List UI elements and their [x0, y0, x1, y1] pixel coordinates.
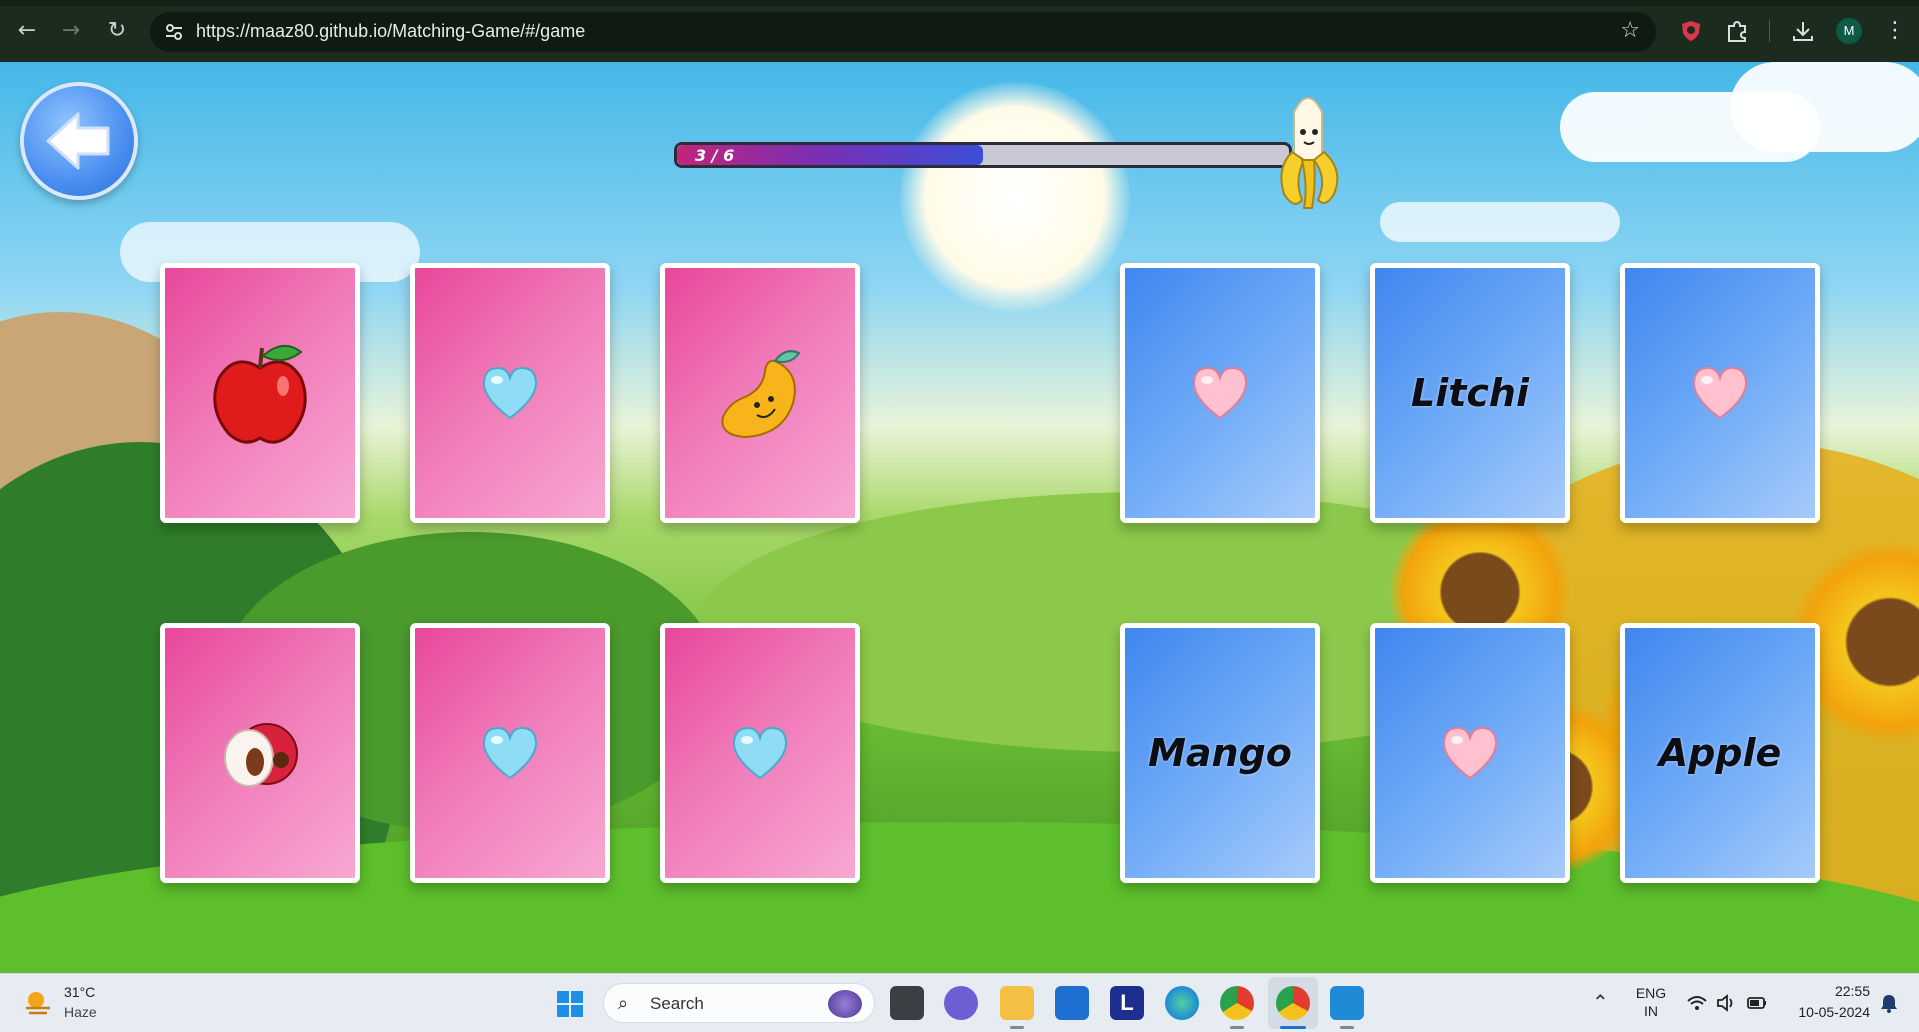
- battery-icon[interactable]: [1746, 993, 1768, 1013]
- search-highlight-icon: [828, 990, 862, 1018]
- pink-heart-icon: [1442, 726, 1498, 780]
- fruit-card-hidden[interactable]: [410, 623, 610, 883]
- cloud-decoration: [1380, 202, 1620, 242]
- blue-heart-icon: [482, 366, 538, 420]
- left-arrow-icon: [46, 112, 110, 170]
- cloud-decoration: [1730, 62, 1919, 152]
- pink-heart-icon: [1192, 366, 1248, 420]
- fruit-card-apple[interactable]: [160, 263, 360, 523]
- fruit-card-litchi[interactable]: [160, 623, 360, 883]
- windows-start-icon[interactable]: [556, 990, 584, 1018]
- volume-icon[interactable]: [1716, 993, 1738, 1013]
- pink-heart-icon: [1692, 366, 1748, 420]
- sun-decoration: [900, 82, 1130, 312]
- fruit-card-mango[interactable]: [660, 263, 860, 523]
- show-hidden-icons-chevron-icon[interactable]: ⌃: [1592, 990, 1609, 1014]
- notification-bell-icon[interactable]: [1878, 992, 1900, 1014]
- extensions-puzzle-icon[interactable]: [1724, 18, 1750, 44]
- back-arrow-icon[interactable]: ←: [14, 18, 40, 44]
- blue-heart-icon: [482, 726, 538, 780]
- shield-extension-icon[interactable]: [1678, 18, 1704, 44]
- word-card-litchi[interactable]: Litchi: [1370, 263, 1570, 523]
- wifi-icon[interactable]: [1686, 993, 1708, 1013]
- blue-heart-icon: [732, 726, 788, 780]
- clock-time[interactable]: 22:55: [1820, 983, 1870, 999]
- game-area: 3 / 6 Litchi Mango Apple: [0, 62, 1919, 973]
- card-word: Apple: [1658, 731, 1782, 775]
- bookmark-star-icon[interactable]: ☆: [1620, 18, 1640, 43]
- microsoft-store-icon[interactable]: [1055, 986, 1089, 1020]
- word-card-mango[interactable]: Mango: [1120, 623, 1320, 883]
- back-button[interactable]: [20, 82, 138, 200]
- card-word: Mango: [1148, 731, 1292, 775]
- word-card-hidden[interactable]: [1370, 623, 1570, 883]
- file-explorer-icon[interactable]: [1000, 986, 1034, 1020]
- fruit-card-hidden[interactable]: [660, 623, 860, 883]
- toolbar-separator: [1769, 20, 1770, 42]
- banana-mascot-icon: [1280, 97, 1339, 209]
- reload-icon[interactable]: ↻: [104, 18, 130, 44]
- app-active-indicator: [1280, 1026, 1306, 1029]
- tab-strip-edge: [0, 0, 1919, 6]
- chat-icon[interactable]: [944, 986, 978, 1020]
- browser-toolbar: ← → ↻ https://maaz80.github.io/Matching-…: [0, 0, 1919, 62]
- mango-icon: [721, 350, 801, 439]
- edge-browser-icon[interactable]: [1165, 986, 1199, 1020]
- word-card-hidden[interactable]: [1120, 263, 1320, 523]
- language-region: IN: [1644, 1003, 1658, 1019]
- taskbar-search[interactable]: ⌕ Search: [603, 983, 875, 1023]
- litchi-icon: [224, 723, 298, 787]
- clock-date[interactable]: 10-05-2024: [1780, 1004, 1870, 1020]
- progress-bar: 3 / 6: [674, 142, 1292, 168]
- forward-arrow-icon[interactable]: →: [58, 18, 84, 44]
- weather-haze-icon[interactable]: [22, 988, 54, 1018]
- language-indicator[interactable]: ENG IN: [1634, 984, 1668, 1020]
- browser-menu-icon[interactable]: ⋮: [1884, 18, 1906, 44]
- app-running-indicator: [1230, 1026, 1244, 1029]
- progress-label: 3 / 6: [695, 146, 735, 165]
- app-running-indicator: [1340, 1026, 1354, 1029]
- apple-icon: [213, 345, 307, 444]
- search-icon: ⌕: [618, 993, 629, 1014]
- weather-temperature[interactable]: 31°C: [64, 984, 95, 1000]
- chrome-profile-icon[interactable]: [1276, 986, 1310, 1020]
- profile-avatar[interactable]: M: [1836, 18, 1862, 44]
- download-icon[interactable]: [1790, 18, 1816, 44]
- address-bar[interactable]: https://maaz80.github.io/Matching-Game/#…: [150, 12, 1656, 52]
- l-app-icon[interactable]: L: [1110, 986, 1144, 1020]
- windows-taskbar: 31°C Haze ⌕ Search L ⌃ ENG IN 22:55 10-0…: [0, 973, 1919, 1032]
- word-card-apple[interactable]: Apple: [1620, 623, 1820, 883]
- fruit-card-hidden[interactable]: [410, 263, 610, 523]
- vscode-icon[interactable]: [1330, 986, 1364, 1020]
- url-text[interactable]: https://maaz80.github.io/Matching-Game/#…: [196, 21, 585, 42]
- search-placeholder: Search: [650, 994, 704, 1013]
- app-running-indicator: [1010, 1026, 1024, 1029]
- weather-condition[interactable]: Haze: [64, 1004, 97, 1020]
- card-word: Litchi: [1410, 371, 1529, 415]
- site-settings-icon[interactable]: [164, 22, 184, 42]
- language-code: ENG: [1635, 985, 1667, 1001]
- task-view-icon[interactable]: [890, 986, 924, 1020]
- word-card-hidden[interactable]: [1620, 263, 1820, 523]
- chrome-icon[interactable]: [1220, 986, 1254, 1020]
